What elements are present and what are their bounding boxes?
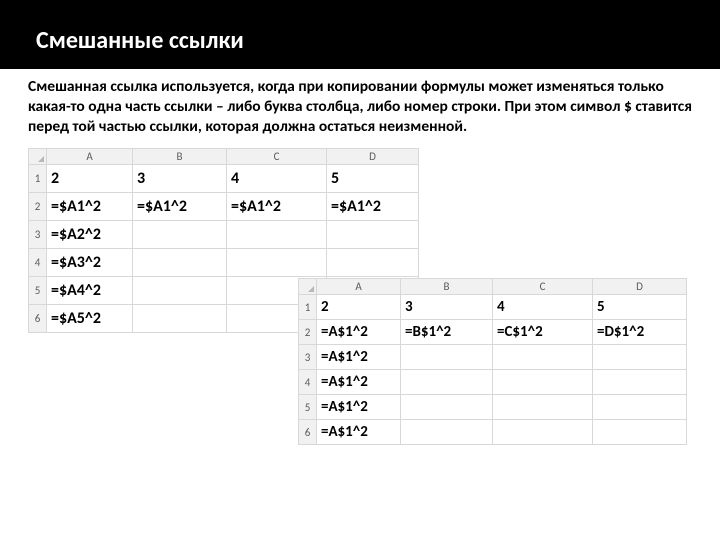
- cell[interactable]: [401, 420, 493, 445]
- row-header[interactable]: 4: [29, 249, 47, 277]
- col-header[interactable]: D: [327, 149, 419, 165]
- col-header[interactable]: B: [401, 279, 493, 295]
- cell[interactable]: =C$1^2: [493, 320, 593, 345]
- row-header[interactable]: 4: [299, 370, 317, 395]
- row-header[interactable]: 2: [29, 193, 47, 221]
- cell[interactable]: [133, 249, 227, 277]
- col-header[interactable]: D: [593, 279, 687, 295]
- select-all-corner[interactable]: [29, 149, 47, 165]
- cell[interactable]: 4: [227, 165, 327, 193]
- cell[interactable]: =$A1^2: [133, 193, 227, 221]
- row-header[interactable]: 5: [299, 395, 317, 420]
- cell[interactable]: [401, 370, 493, 395]
- tables-area: A B C D 1 2 3 4 5 2 =$A1^2 =$A1^2 =$A1^2…: [0, 146, 720, 546]
- row-header[interactable]: 5: [29, 277, 47, 305]
- cell[interactable]: [227, 221, 327, 249]
- row-header[interactable]: 3: [299, 345, 317, 370]
- spreadsheet-2: A B C D 1 2 3 4 5 2 =A$1^2 =B$1^2 =C$1^2…: [298, 278, 687, 445]
- cell[interactable]: =A$1^2: [317, 345, 401, 370]
- cell[interactable]: [133, 305, 227, 333]
- cell[interactable]: =B$1^2: [401, 320, 493, 345]
- cell[interactable]: [133, 277, 227, 305]
- row-header[interactable]: 6: [299, 420, 317, 445]
- cell[interactable]: [493, 370, 593, 395]
- cell[interactable]: 5: [593, 295, 687, 320]
- cell[interactable]: =$A2^2: [47, 221, 133, 249]
- cell[interactable]: 2: [317, 295, 401, 320]
- cell[interactable]: =$A1^2: [227, 193, 327, 221]
- col-header[interactable]: B: [133, 149, 227, 165]
- col-header[interactable]: C: [227, 149, 327, 165]
- cell[interactable]: [493, 420, 593, 445]
- cell[interactable]: =$A4^2: [47, 277, 133, 305]
- cell[interactable]: 3: [401, 295, 493, 320]
- cell[interactable]: =$A1^2: [327, 193, 419, 221]
- cell[interactable]: 3: [133, 165, 227, 193]
- cell[interactable]: 5: [327, 165, 419, 193]
- select-all-corner[interactable]: [299, 279, 317, 295]
- cell[interactable]: [593, 345, 687, 370]
- cell[interactable]: [593, 395, 687, 420]
- cell[interactable]: =A$1^2: [317, 420, 401, 445]
- cell[interactable]: 2: [47, 165, 133, 193]
- row-header[interactable]: 3: [29, 221, 47, 249]
- cell[interactable]: [327, 221, 419, 249]
- cell[interactable]: [401, 395, 493, 420]
- cell[interactable]: =D$1^2: [593, 320, 687, 345]
- col-header[interactable]: A: [47, 149, 133, 165]
- title-area: Смешанные ссылки: [0, 0, 720, 69]
- cell[interactable]: =$A3^2: [47, 249, 133, 277]
- cell[interactable]: [227, 249, 327, 277]
- cell[interactable]: [133, 221, 227, 249]
- cell[interactable]: [401, 345, 493, 370]
- col-header[interactable]: A: [317, 279, 401, 295]
- row-header[interactable]: 1: [299, 295, 317, 320]
- cell[interactable]: =A$1^2: [317, 395, 401, 420]
- col-header[interactable]: C: [493, 279, 593, 295]
- cell[interactable]: =$A5^2: [47, 305, 133, 333]
- cell[interactable]: [327, 249, 419, 277]
- row-header[interactable]: 2: [299, 320, 317, 345]
- cell[interactable]: [593, 420, 687, 445]
- cell[interactable]: =A$1^2: [317, 370, 401, 395]
- cell[interactable]: [493, 345, 593, 370]
- slide-paragraph: Смешанная ссылка используется, когда при…: [0, 69, 720, 146]
- row-header[interactable]: 6: [29, 305, 47, 333]
- row-header[interactable]: 1: [29, 165, 47, 193]
- cell[interactable]: 4: [493, 295, 593, 320]
- cell[interactable]: [493, 395, 593, 420]
- cell[interactable]: [593, 370, 687, 395]
- slide-title: Смешанные ссылки: [36, 26, 720, 55]
- cell[interactable]: =$A1^2: [47, 193, 133, 221]
- cell[interactable]: =A$1^2: [317, 320, 401, 345]
